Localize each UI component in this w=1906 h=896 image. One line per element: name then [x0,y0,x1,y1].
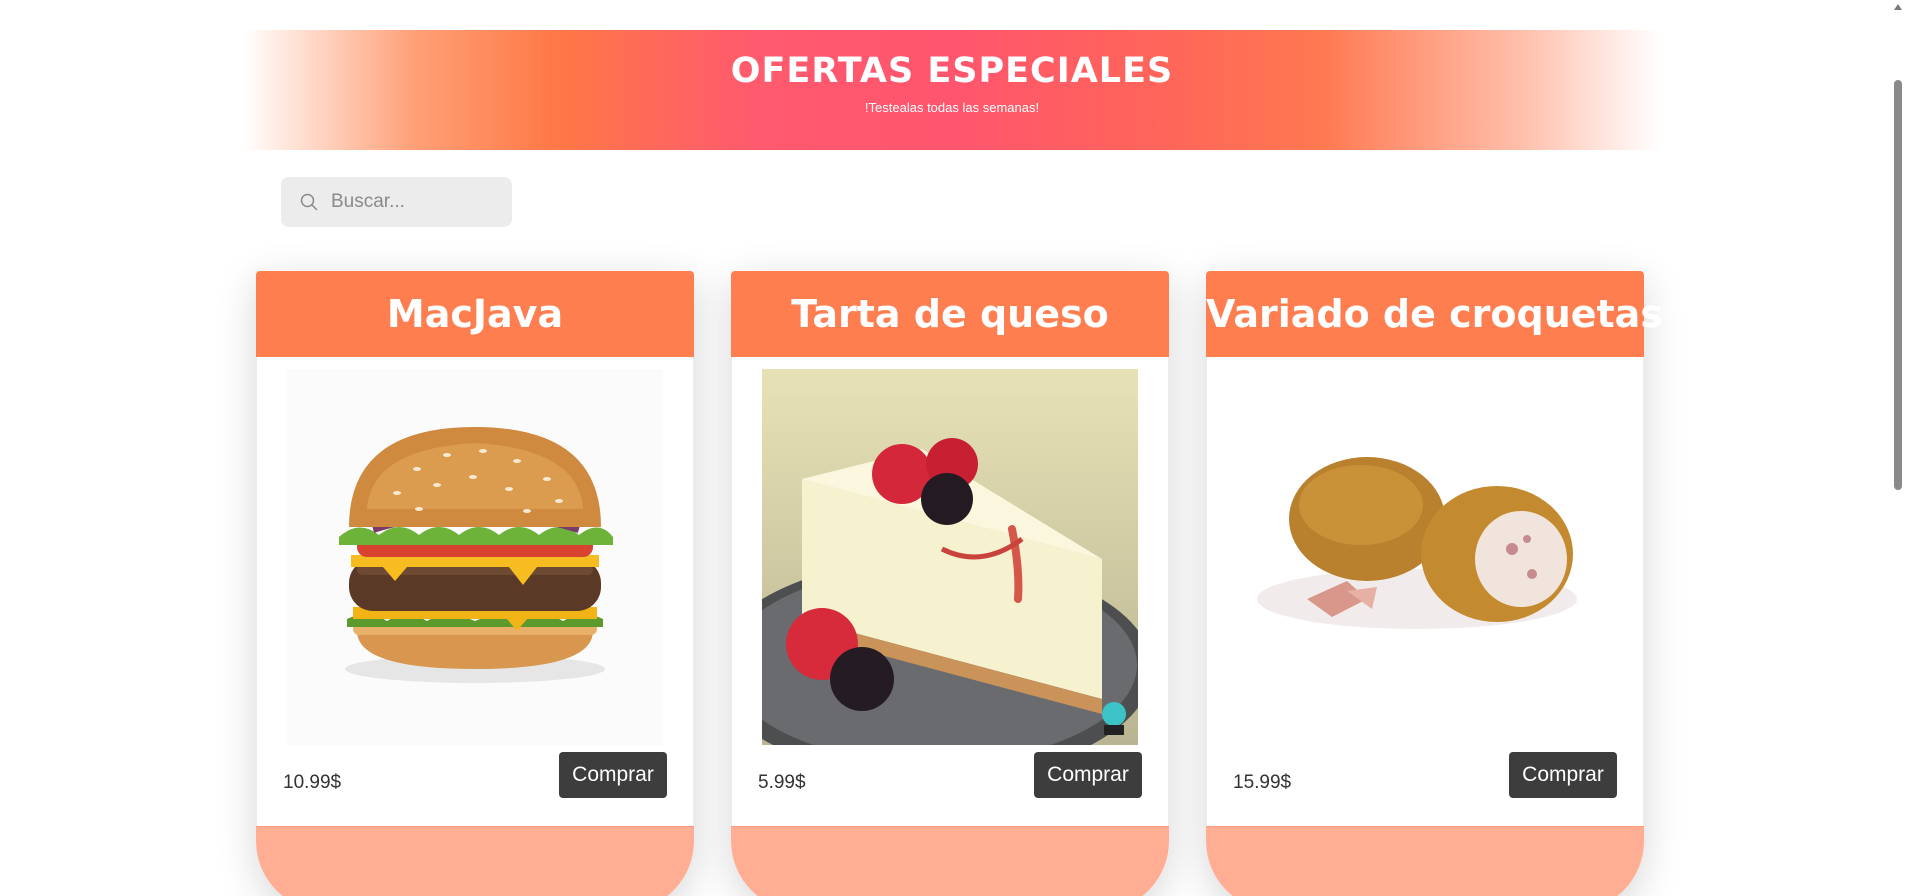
search-box[interactable] [281,177,512,227]
scroll-up-arrow-icon[interactable] [1894,4,1902,10]
product-title: MacJava [386,292,564,336]
search-input[interactable] [331,177,501,227]
product-price: 5.99$ [758,772,806,793]
product-price: 10.99$ [283,772,342,793]
scrollbar-thumb[interactable] [1894,80,1902,490]
card-header: MacJava [256,271,694,357]
offers-banner: OFERTAS ESPECIALES !Testealas todas las … [243,30,1661,150]
product-image-croquettes [1237,369,1613,745]
card-footer [1206,826,1644,896]
banner-subtitle: !Testealas todas las semanas! [864,100,1040,115]
search-icon [300,193,318,211]
page: OFERTAS ESPECIALES !Testealas todas las … [0,0,1906,896]
product-title: Variado de croquetas [1206,292,1663,336]
card-body: 5.99$ Comprar [731,357,1169,826]
buy-button[interactable]: Comprar [1034,752,1142,798]
card-header: Tarta de queso [731,271,1169,357]
product-image-burger [287,369,663,745]
product-price: 15.99$ [1233,772,1292,793]
card-body: 10.99$ Comprar [256,357,694,826]
card-body: 15.99$ Comprar [1206,357,1644,826]
product-card-variado-de-croquetas: Variado de croquetas 15.99$ Comprar [1206,271,1663,896]
buy-button[interactable]: Comprar [1509,752,1617,798]
product-image-cheesecake [762,369,1138,745]
card-footer [731,826,1169,896]
banner-title: OFERTAS ESPECIALES [730,51,1174,91]
product-title: Tarta de queso [791,292,1109,336]
buy-button[interactable]: Comprar [559,752,667,798]
card-footer [256,826,694,896]
product-card-tarta-de-queso: Tarta de queso 5.99$ Comprar [731,271,1169,896]
card-header: Variado de croquetas [1206,271,1663,357]
vertical-scrollbar[interactable] [1890,0,1906,896]
product-card-macjava: MacJava 10.99$ Comprar [256,271,694,896]
